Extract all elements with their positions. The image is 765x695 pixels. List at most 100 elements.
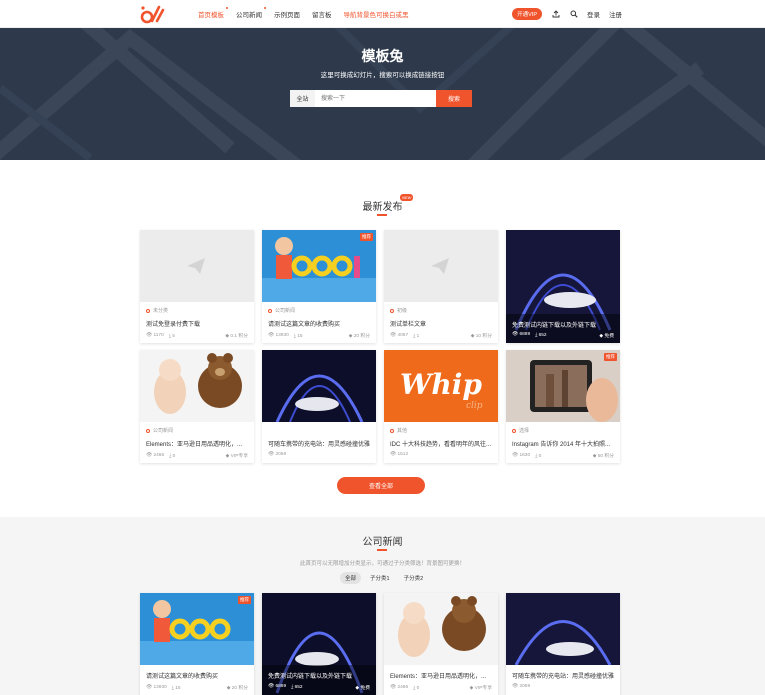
- news-title: 公司新闻: [362, 537, 403, 548]
- view-all-button[interactable]: 查看全部: [337, 477, 425, 494]
- latest-grid: 未分类 测试免登录付费下载 👁 1170 ⤓ 5 ◆ 0.1 积分 推荐 公司新闻…: [140, 230, 620, 463]
- upload-icon[interactable]: [551, 10, 560, 19]
- latest-title: 最新发布: [362, 202, 403, 213]
- post-meta: 👁 13930 ⤓ 15 ◆ 20 积分: [268, 332, 370, 340]
- category-dot-icon: [512, 428, 516, 433]
- post-title[interactable]: IDC 十大科技趋势，看看明年的风往...: [390, 439, 492, 448]
- filter-sub2[interactable]: 子分类2: [399, 572, 429, 584]
- post-thumbnail[interactable]: [506, 593, 620, 665]
- post-title[interactable]: 可随车携带的充电站：用灵感碰撞优雅: [268, 439, 370, 448]
- post-title[interactable]: 免费测试内链下载以及外链下载: [268, 671, 370, 680]
- post-thumbnail[interactable]: 推荐: [140, 593, 254, 665]
- post-title[interactable]: Elements：亚马逊日用品透明化，...: [390, 671, 492, 680]
- post-meta: 👁 1630 ⤓ 0 ◆ 50 积分: [512, 452, 614, 460]
- post-thumbnail[interactable]: Whip clip: [384, 350, 498, 422]
- post-card[interactable]: Whip clip 其他 IDC 十大科技趋势，看看明年的风往... 👁 1512: [384, 350, 498, 463]
- register-link[interactable]: 注册: [609, 9, 622, 19]
- nav-news[interactable]: 公司新闻: [236, 7, 266, 19]
- search-button[interactable]: 搜索: [436, 90, 472, 107]
- vip-button[interactable]: 开通VIP: [512, 8, 542, 20]
- post-thumbnail[interactable]: [384, 230, 498, 302]
- recommend-tag: 推荐: [360, 233, 373, 241]
- downloads-count: ⤓ 15: [293, 333, 303, 339]
- post-meta: 👁 1170 ⤓ 5 ◆ 0.1 积分: [146, 332, 248, 340]
- login-link[interactable]: 登录: [587, 9, 600, 19]
- post-card[interactable]: 推荐 请测试这篇文章的收费购买 👁 13930 ⤓ 15 ◆ 20 积分: [140, 593, 254, 695]
- views-count: 👁 2466: [390, 684, 409, 690]
- post-meta: 👁 2059: [268, 452, 370, 457]
- post-thumbnail[interactable]: [384, 593, 498, 665]
- post-card[interactable]: 可随车携带的充电站：用灵感碰撞优雅 👁 2059: [262, 350, 376, 463]
- search-scope-select[interactable]: 全站: [290, 90, 315, 107]
- news-underline: [377, 549, 387, 551]
- post-card[interactable]: 公司新闻 Elements：亚马逊日用品透明化，... 👁 2466 ⤓ 0 ◆ …: [140, 350, 254, 463]
- nav-examples[interactable]: 示例页面: [274, 9, 300, 19]
- hero-banner: 模板兔 这里可换成幻灯片，搜索可以换成链接按钮 全站 搜索: [0, 28, 765, 160]
- post-price: ◆ 免费: [355, 686, 370, 691]
- views-count: 👁 6889: [512, 332, 531, 337]
- svg-text:Whip: Whip: [400, 368, 482, 401]
- post-title[interactable]: 免费测试内链下载以及外链下载: [512, 320, 614, 329]
- post-meta: 👁 13930 ⤓ 15 ◆ 20 积分: [146, 684, 248, 692]
- post-price: ◆ 10 积分: [470, 334, 492, 339]
- search-input[interactable]: [315, 90, 436, 107]
- filter-all[interactable]: 全部: [340, 572, 362, 584]
- downloads-count: ⤓ 0: [413, 685, 420, 691]
- post-title[interactable]: 请测试这篇文章的收费购买: [268, 319, 370, 328]
- views-count: 👁 1630: [512, 452, 531, 458]
- post-card[interactable]: Elements：亚马逊日用品透明化，... 👁 2466 ⤓ 0 ◆ VIP专享: [384, 593, 498, 695]
- post-category[interactable]: 未分类: [146, 307, 168, 314]
- downloads-count: ⤓ 5: [168, 333, 175, 339]
- nav-guestbook[interactable]: 留言板: [312, 9, 332, 19]
- post-thumbnail[interactable]: [140, 230, 254, 302]
- filter-sub1[interactable]: 子分类1: [365, 572, 395, 584]
- category-dot-icon: [268, 308, 272, 313]
- post-card[interactable]: 可随车携带的充电站：用灵感碰撞优雅 👁 2059: [506, 593, 620, 695]
- post-title[interactable]: 测试免登录付费下载: [146, 319, 248, 328]
- post-card[interactable]: 免费测试内链下载以及外链下载 👁 6889 ⤓ 652 ◆ 免费: [262, 593, 376, 695]
- downloads-count: ⤓ 1: [413, 333, 420, 339]
- post-category[interactable]: 公司新闻: [146, 427, 173, 434]
- post-price: ◆ 0.1 积分: [225, 334, 248, 339]
- post-title[interactable]: 测试单栏文章: [390, 319, 492, 328]
- post-thumbnail[interactable]: [262, 350, 376, 422]
- post-card[interactable]: 免费测试内链下载以及外链下载 👁 6889 ⤓ 652 ◆ 免费: [506, 230, 620, 343]
- post-price: ◆ 免费: [599, 334, 614, 339]
- post-thumbnail[interactable]: 推荐: [506, 350, 620, 422]
- svg-text:clip: clip: [466, 401, 483, 411]
- search-icon[interactable]: [569, 10, 578, 19]
- post-card[interactable]: 推荐 公司新闻 请测试这篇文章的收费购买 👁 13930 ⤓ 15 ◆ 20 积分: [262, 230, 376, 343]
- views-count: 👁 4067: [390, 332, 409, 338]
- post-title[interactable]: 可随车携带的充电站：用灵感碰撞优雅: [512, 671, 614, 680]
- latest-underline: [377, 214, 387, 216]
- post-category[interactable]: 其他: [390, 427, 407, 434]
- post-category[interactable]: 选择: [512, 427, 529, 434]
- post-category[interactable]: 公司新闻: [268, 307, 295, 314]
- hero-subtitle: 这里可换成幻灯片，搜索可以换成链接按钮: [320, 72, 445, 79]
- recommend-tag: 推荐: [238, 596, 251, 604]
- post-title[interactable]: Instagram 告诉你 2014 年十大拍照...: [512, 439, 614, 448]
- top-header: 首页模板 公司新闻 示例页面 留言板 导航背景色可换白或黑 开通VIP 登录 注…: [0, 0, 765, 28]
- downloads-count: ⤓ 15: [171, 685, 181, 691]
- post-price: ◆ 20 积分: [226, 686, 248, 691]
- views-count: 👁 13930: [268, 332, 289, 338]
- site-logo[interactable]: [140, 4, 166, 24]
- category-dot-icon: [390, 428, 394, 433]
- post-meta: 👁 1512: [390, 452, 492, 457]
- post-card[interactable]: 初级 测试单栏文章 👁 4067 ⤓ 1 ◆ 10 积分: [384, 230, 498, 343]
- views-count: 👁 2059: [268, 452, 287, 457]
- post-title[interactable]: 请测试这篇文章的收费购买: [146, 671, 248, 680]
- nav-theme-color[interactable]: 导航背景色可换白或黑: [344, 9, 409, 19]
- post-price: ◆ 20 积分: [348, 334, 370, 339]
- post-category[interactable]: 初级: [390, 307, 407, 314]
- post-card[interactable]: 推荐 选择 Instagram 告诉你 2014 年十大拍照... 👁 1630…: [506, 350, 620, 463]
- post-card[interactable]: 未分类 测试免登录付费下载 👁 1170 ⤓ 5 ◆ 0.1 积分: [140, 230, 254, 343]
- downloads-count: ⤓ 0: [535, 453, 542, 459]
- news-grid: 推荐 请测试这篇文章的收费购买 👁 13930 ⤓ 15 ◆ 20 积分 免费测试…: [140, 593, 620, 695]
- nav-home[interactable]: 首页模板: [198, 7, 228, 19]
- post-thumbnail[interactable]: 推荐: [262, 230, 376, 302]
- views-count: 👁 2466: [146, 452, 165, 458]
- post-title[interactable]: Elements：亚马逊日用品透明化，...: [146, 439, 248, 448]
- downloads-count: ⤓ 0: [169, 453, 176, 459]
- post-thumbnail[interactable]: [140, 350, 254, 422]
